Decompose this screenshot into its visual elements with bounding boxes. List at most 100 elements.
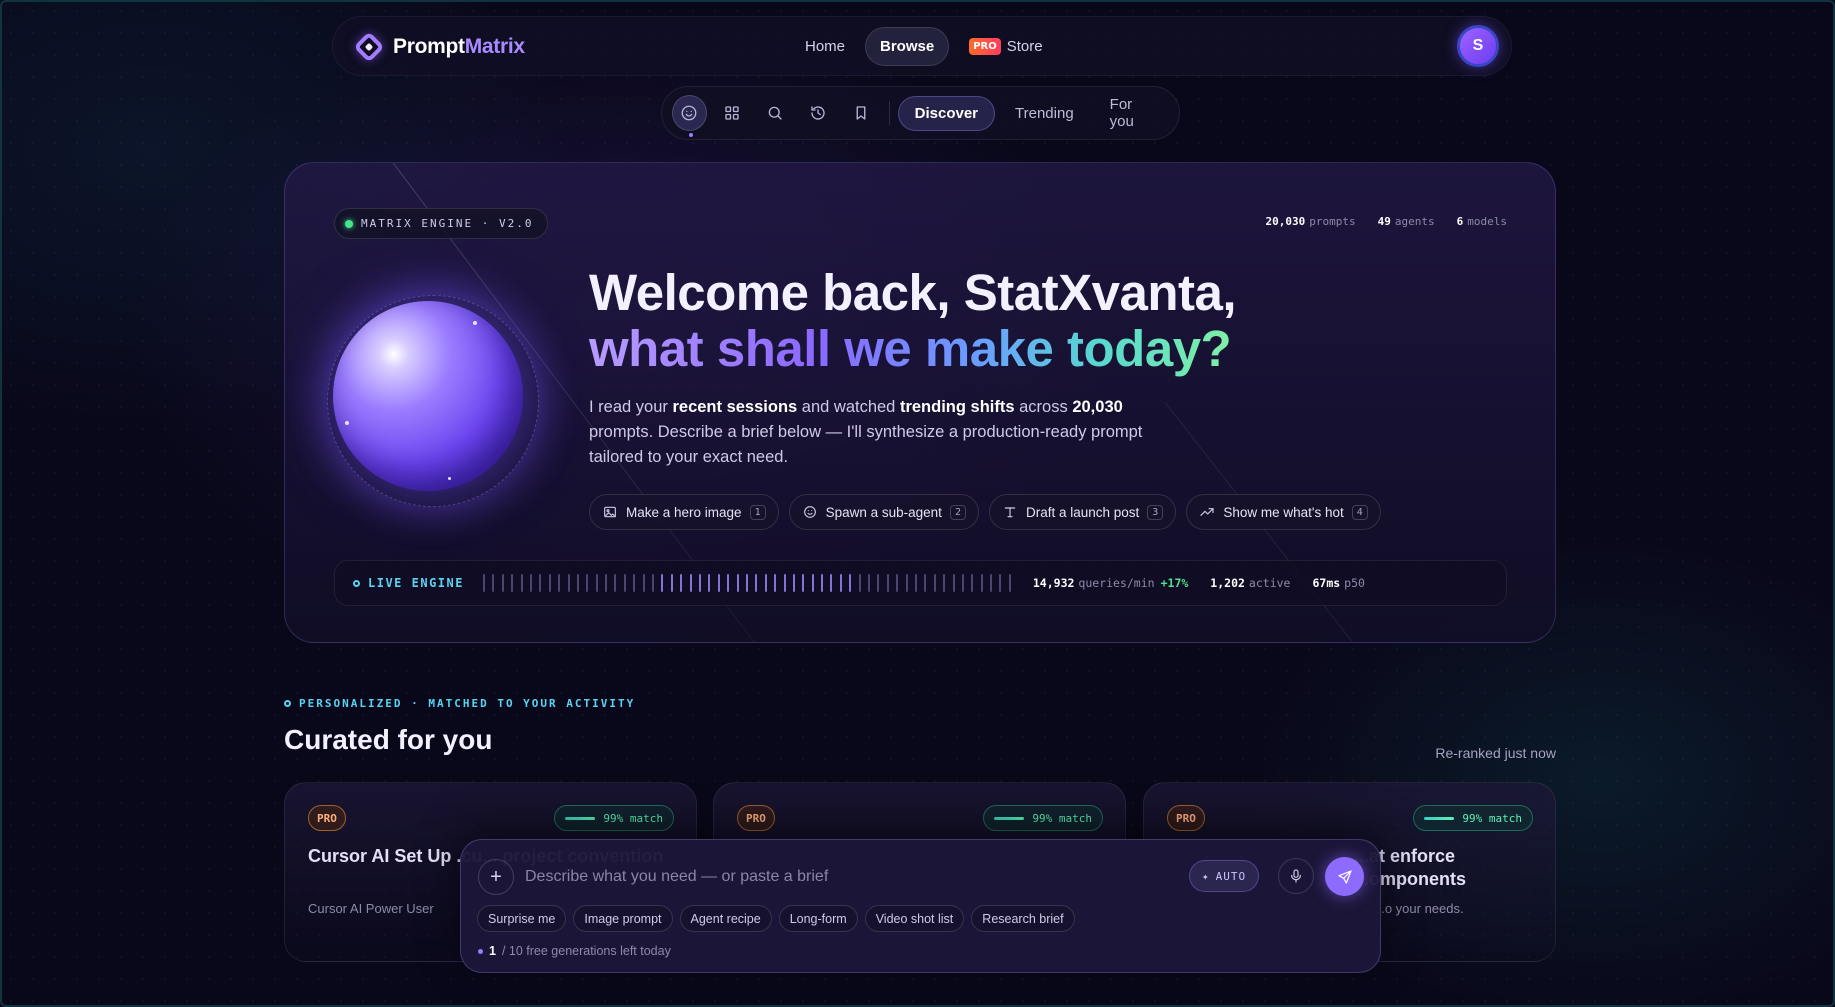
quick-chip-agent-recipe[interactable]: Agent recipe (679, 905, 772, 932)
generation-quota: 1 / 10 free generations left today (478, 944, 671, 958)
sparkline-bar (633, 574, 636, 592)
sparkline-bar (943, 574, 946, 592)
stat-label: models (1467, 215, 1507, 228)
lead-emphasis: trending shifts (899, 398, 1015, 416)
microphone-button[interactable] (1278, 858, 1314, 894)
microphone-icon (1291, 869, 1301, 883)
stat-value: 6 (1456, 215, 1464, 228)
sparkline-bar (821, 574, 824, 592)
sparkline-bar (605, 574, 608, 592)
suggestion-sub-agent[interactable]: Spawn a sub-agent 2 (788, 494, 979, 530)
match-badge: 99% match (983, 805, 1103, 831)
live-stats: 14,932 queries/min +17% 1,202 active 67ms p5… (1033, 576, 1365, 590)
sparkline-bar (586, 574, 589, 592)
sparkline-bar (839, 574, 842, 592)
top-navbar: PromptMatrix Home Browse PRO Store S (332, 16, 1512, 76)
suggestion-hero-image[interactable]: Make a hero image 1 (589, 494, 779, 530)
stat-value: 49 (1377, 215, 1391, 228)
search-icon[interactable] (758, 95, 793, 131)
sparkline-bar (736, 574, 739, 592)
sparkline-bar (558, 574, 561, 592)
stat-models: 6 models (1457, 215, 1507, 228)
ai-orb[interactable] (327, 295, 539, 507)
sparkline-bar (680, 574, 683, 592)
active-value: 1,202 (1210, 576, 1245, 590)
quota-text: / 10 free generations left today (501, 944, 671, 958)
tab-discover[interactable]: Discover (897, 95, 996, 131)
sparkle-icon: ✦ (1202, 869, 1210, 883)
status-dot-icon (345, 219, 353, 228)
sparkline-bar (529, 574, 532, 592)
quick-chip-image-prompt[interactable]: Image prompt (573, 905, 673, 932)
smile-icon[interactable] (672, 95, 707, 137)
sparkline-bar (520, 574, 523, 592)
section-kicker: PERSONALIZED · MATCHED TO YOUR ACTIVITY (284, 697, 635, 710)
brand-logo[interactable]: PromptMatrix (353, 31, 525, 63)
hero-panel: MATRIX ENGINE · V2.0 20,030 prompts 49 age… (284, 162, 1556, 643)
lead-text: prompts. Describe a brief below — I'll s… (589, 423, 1143, 466)
queries-value: 14,932 (1032, 576, 1075, 590)
sparkline-bar (539, 574, 542, 592)
sparkline-bar (999, 574, 1002, 592)
brand-name-part2: Matrix (464, 35, 525, 58)
brief-input[interactable] (525, 862, 1125, 892)
sparkline-bar (652, 574, 655, 592)
quick-chip-long-form[interactable]: Long-form (778, 905, 858, 932)
sub-navbar: Discover Trending For you (661, 86, 1180, 140)
subnav-divider (888, 101, 890, 125)
match-badge: 99% match (1413, 805, 1533, 831)
sparkline-bar (548, 574, 551, 592)
quick-chip-video-shot-list[interactable]: Video shot list (864, 905, 965, 932)
sparkline-bar (830, 574, 833, 592)
sparkline-bar (914, 574, 917, 592)
suggestion-label: Make a hero image (626, 504, 742, 520)
nav-browse[interactable]: Browse (865, 27, 950, 66)
pro-badge: PRO (1167, 805, 1205, 831)
sparkline-bar (811, 574, 814, 592)
quick-chip-research-brief[interactable]: Research brief (971, 905, 1075, 932)
hero-lead-text: I read your recent sessions and watched … (589, 395, 1189, 470)
suggestion-label: Spawn a sub-agent (825, 504, 942, 520)
latency-label: p50 (1344, 576, 1365, 590)
send-button[interactable] (1325, 857, 1364, 896)
activity-sparkline (483, 573, 1011, 593)
sparkline-bar (971, 574, 974, 592)
suggestion-launch-post[interactable]: Draft a launch post 3 (988, 494, 1177, 530)
pro-badge: PRO (969, 38, 1001, 55)
sparkline-bar (952, 574, 955, 592)
sparkline-bar (483, 574, 485, 592)
add-attachment-button[interactable]: + (478, 859, 514, 895)
nav-home[interactable]: Home (791, 28, 859, 65)
shortcut-key: 3 (1147, 504, 1164, 520)
quick-chip-surprise[interactable]: Surprise me (477, 905, 567, 932)
sparkline-bar (698, 574, 701, 592)
history-icon[interactable] (801, 95, 836, 131)
nav-store[interactable]: PRO Store (955, 28, 1056, 65)
prompt-composer: + ✦ AUTO Surprise me Image prompt Agent … (460, 839, 1381, 973)
lead-emphasis: 20,030 (1072, 398, 1123, 416)
kicker-dot-icon (284, 700, 291, 707)
user-avatar[interactable]: S (1457, 25, 1499, 67)
sparkline-bar (717, 574, 720, 592)
nav-store-label: Store (1006, 38, 1043, 55)
bookmark-icon[interactable] (844, 95, 879, 131)
sparkline-bar (1008, 574, 1011, 592)
suggestion-whats-hot[interactable]: Show me what's hot 4 (1186, 494, 1381, 530)
sparkline-bar (492, 574, 495, 592)
section-title: Curated for you (284, 724, 493, 755)
lead-text: and watched (797, 398, 900, 416)
stat-label: prompts (1309, 215, 1356, 228)
latency-stat: 67ms p50 (1312, 576, 1364, 590)
plus-icon: + (490, 865, 502, 888)
tab-trending[interactable]: Trending (999, 97, 1090, 130)
active-stat: 1,202 active (1210, 576, 1290, 590)
auto-mode-button[interactable]: ✦ AUTO (1189, 860, 1260, 892)
brand-name: PromptMatrix (393, 35, 525, 59)
stat-label: agents (1394, 215, 1435, 228)
tab-for-you[interactable]: For you (1094, 88, 1175, 138)
sparkline-bar (670, 574, 673, 592)
live-label-text: LIVE ENGINE (368, 576, 464, 590)
grid-icon[interactable] (715, 95, 750, 131)
sparkline-bar (924, 574, 927, 592)
orb-sphere (333, 301, 523, 491)
